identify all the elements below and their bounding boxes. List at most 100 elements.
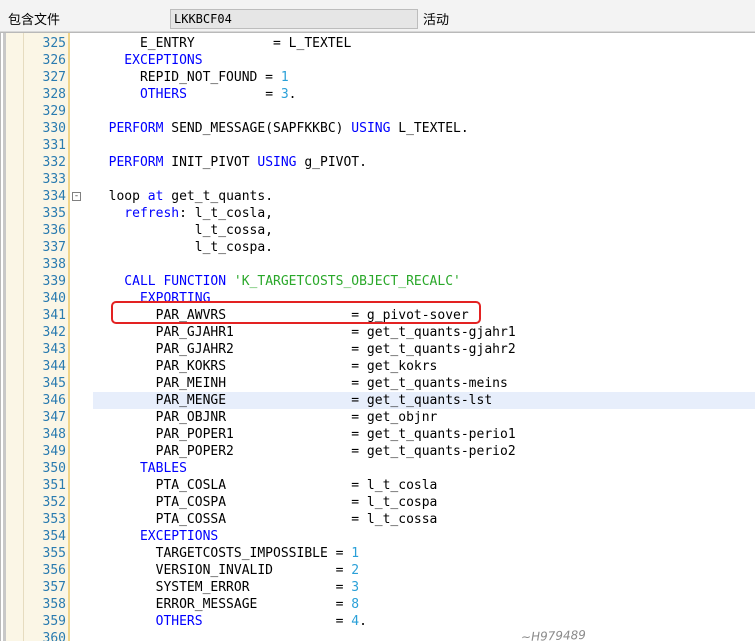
literal-token: 4 [351,614,360,629]
line-number: 339 [42,274,66,289]
code-line[interactable]: 332 PERFORM INIT_PIVOT USING g_PIVOT. [1,154,755,171]
code-line[interactable]: 356 VERSION_INVALID = 2 [1,562,755,579]
line-number: 326 [42,53,66,68]
line-number: 352 [42,495,66,510]
keyword-token: EXCEPTIONS [93,529,219,544]
keyword-token: EXCEPTIONS [93,53,203,68]
abap-code-editor[interactable]: 325 E_ENTRY = L_TEXTEL 326 EXCEPTIONS 327 … [0,32,755,641]
code-line[interactable]: 328 OTHERS = 3. [1,86,755,103]
code-token: PAR_OBJNR = get_objnr [93,410,438,425]
code-line[interactable]: 326 EXCEPTIONS [1,52,755,69]
code-token: PAR_MENGE = get_t_quants-lst [93,393,493,408]
code-token: PTA_COSPA = l_t_cospa [93,495,438,510]
line-number: 348 [42,427,66,442]
code-line[interactable]: 338 [1,256,755,273]
literal-token: 1 [351,546,360,561]
code-token: = [202,614,352,629]
code-line[interactable]: 351 PTA_COSLA = l_t_cosla [1,477,755,494]
line-number: 342 [42,325,66,340]
code-line[interactable]: 330 PERFORM SEND_MESSAGE(SAPFKKBC) USING… [1,120,755,137]
code-line[interactable]: 333 [1,171,755,188]
code-text: loop at get_t_quants. [93,188,273,205]
string-token: 'K_TARGETCOSTS_OBJECT_RECALC' [233,274,461,289]
code-line[interactable]: 350 TABLES [1,460,755,477]
keyword-token: PERFORM [93,121,164,136]
code-token: : l_t_cosla, [179,206,274,221]
code-line[interactable]: 343 PAR_GJAHR2 = get_t_quants-gjahr2 [1,341,755,358]
code-token: PAR_POPER2 = get_t_quants-perio2 [93,444,516,459]
code-line[interactable]: 344 PAR_KOKRS = get_kokrs [1,358,755,375]
code-text: PTA_COSPA = l_t_cospa [93,494,438,511]
code-line[interactable]: 359 OTHERS = 4. [1,613,755,630]
code-text: PTA_COSSA = l_t_cossa [93,511,438,528]
code-token: . [288,87,297,102]
include-header-bar: 包含文件 LKKBCF04 活动 [0,0,755,32]
code-text: ERROR_MESSAGE = 8 [93,596,360,613]
line-number: 333 [42,172,66,187]
code-line[interactable]: 336 l_t_cossa, [1,222,755,239]
code-token: SEND_MESSAGE(SAPFKKBC) [163,121,352,136]
code-text: OTHERS = 3. [93,86,297,103]
code-line[interactable]: 358 ERROR_MESSAGE = 8 [1,596,755,613]
keyword-token: OTHERS [93,87,187,102]
code-line[interactable]: 355 TARGETCOSTS_IMPOSSIBLE = 1 [1,545,755,562]
code-text: E_ENTRY = L_TEXTEL [93,35,351,52]
code-line[interactable]: 354 EXCEPTIONS [1,528,755,545]
code-text: TARGETCOSTS_IMPOSSIBLE = 1 [93,545,360,562]
code-line[interactable]: 329 [1,103,755,120]
code-line[interactable]: 342 PAR_GJAHR1 = get_t_quants-gjahr1 [1,324,755,341]
line-number: 347 [42,410,66,425]
code-line[interactable]: 331 [1,137,755,154]
code-line[interactable]: 357 SYSTEM_ERROR = 3 [1,579,755,596]
fold-toggle-icon[interactable]: - [72,192,81,201]
line-number: 355 [42,546,66,561]
keyword-token: at [139,189,164,204]
code-line[interactable]: 347 PAR_OBJNR = get_objnr [1,409,755,426]
line-number: 358 [42,597,66,612]
code-text: PERFORM INIT_PIVOT USING g_PIVOT. [93,154,367,171]
keyword-token: OTHERS [93,614,203,629]
code-text: EXCEPTIONS [93,52,203,69]
line-number: 338 [42,257,66,272]
line-number: 354 [42,529,66,544]
code-line[interactable]: 325 E_ENTRY = L_TEXTEL [1,35,755,52]
code-line[interactable]: 339 CALL FUNCTION 'K_TARGETCOSTS_OBJECT_… [1,273,755,290]
line-number: 353 [42,512,66,527]
code-text: PERFORM SEND_MESSAGE(SAPFKKBC) USING L_T… [93,120,469,137]
code-token: PAR_MEINH = get_t_quants-meins [93,376,508,391]
code-line[interactable]: 348 PAR_POPER1 = get_t_quants-perio1 [1,426,755,443]
code-token: get_t_quants. [163,189,274,204]
literal-token: 3 [351,580,360,595]
code-line[interactable]: 352 PTA_COSPA = l_t_cospa [1,494,755,511]
code-line[interactable]: 345 PAR_MEINH = get_t_quants-meins [1,375,755,392]
code-line[interactable]: 353 PTA_COSSA = l_t_cossa [1,511,755,528]
code-line[interactable]: 334- loop at get_t_quants. [1,188,755,205]
code-token: INIT_PIVOT [163,155,258,170]
code-line[interactable]: 327 REPID_NOT_FOUND = 1 [1,69,755,86]
code-token: . [359,614,367,629]
code-token: g_PIVOT. [296,155,367,170]
code-token: PAR_KOKRS = get_kokrs [93,359,438,374]
code-line[interactable]: 335 refresh: l_t_cosla, [1,205,755,222]
line-number: 335 [42,206,66,221]
code-lines: 325 E_ENTRY = L_TEXTEL 326 EXCEPTIONS 327 … [1,35,755,641]
code-line[interactable]: 349 PAR_POPER2 = get_t_quants-perio2 [1,443,755,460]
literal-token: 3 [280,87,289,102]
code-line[interactable]: 337 l_t_cospa. [1,239,755,256]
code-text: TABLES [93,460,187,477]
code-line[interactable]: 360 [1,630,755,641]
code-line[interactable]: 346 PAR_MENGE = get_t_quants-lst [1,392,755,409]
code-token: PAR_GJAHR2 = get_t_quants-gjahr2 [93,342,516,357]
line-number: 327 [42,70,66,85]
line-number: 332 [42,155,66,170]
literal-token: 8 [351,597,360,612]
keyword-token: CALL FUNCTION [93,274,227,289]
code-text: EXCEPTIONS [93,528,218,545]
code-text: PAR_MEINH = get_t_quants-meins [93,375,508,392]
include-name-field[interactable]: LKKBCF04 [170,9,418,29]
code-token: PTA_COSSA = l_t_cossa [93,512,438,527]
code-text: l_t_cospa. [93,239,273,256]
keyword-token: USING [257,155,297,170]
code-token: = [186,87,281,102]
line-number: 359 [42,614,66,629]
